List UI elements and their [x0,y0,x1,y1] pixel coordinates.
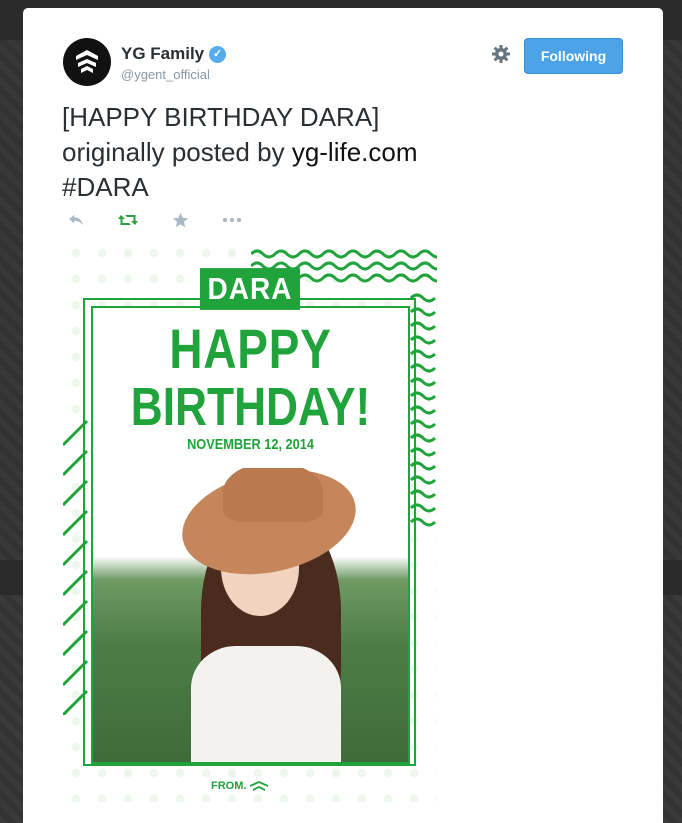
account-handle[interactable]: @ygent_official [121,67,210,82]
photo-hat-crown [223,468,323,522]
tweet-line-2-prefix: originally posted by [62,137,292,167]
tweet-link[interactable]: yg-life.com [292,137,418,167]
favorite-icon[interactable] [169,211,191,229]
poster-date: NOVEMBER 12, 2014 [187,436,314,453]
poster-photo [93,468,408,762]
tweet-card: YG Family ✓ @ygent_official Following [H… [23,8,663,823]
poster-from: FROM. [211,780,269,792]
retweet-icon[interactable] [117,211,139,229]
avatar[interactable] [63,38,111,86]
following-button[interactable]: Following [524,38,623,74]
verified-icon: ✓ [209,45,227,63]
poster-headline-2: BIRTHDAY! [130,377,371,437]
poster-headline-1: HAPPY [169,317,332,380]
tweet-line-2: originally posted by yg-life.com [62,135,622,170]
tweet-text: [HAPPY BIRTHDAY DARA] originally posted … [62,100,622,205]
account-name-row: YG Family ✓ [121,44,227,64]
photo-shirt [191,646,341,762]
tweet-line-1: [HAPPY BIRTHDAY DARA] [62,102,380,132]
poster-from-label: FROM. [211,780,247,792]
yg-logo-small-icon [250,781,269,791]
reply-icon[interactable] [65,211,87,229]
hashtag-link[interactable]: #DARA [62,170,622,205]
tweet-image[interactable]: DARA HAPPY BIRTHDAY! NOVEMBER 12, 2014 F… [63,240,437,802]
yg-logo-icon [76,50,98,73]
more-icon[interactable] [221,211,243,229]
poster-name-tag: DARA [200,268,300,310]
gear-icon[interactable] [491,44,511,64]
account-name[interactable]: YG Family [121,44,204,64]
tweet-actions [65,211,243,229]
